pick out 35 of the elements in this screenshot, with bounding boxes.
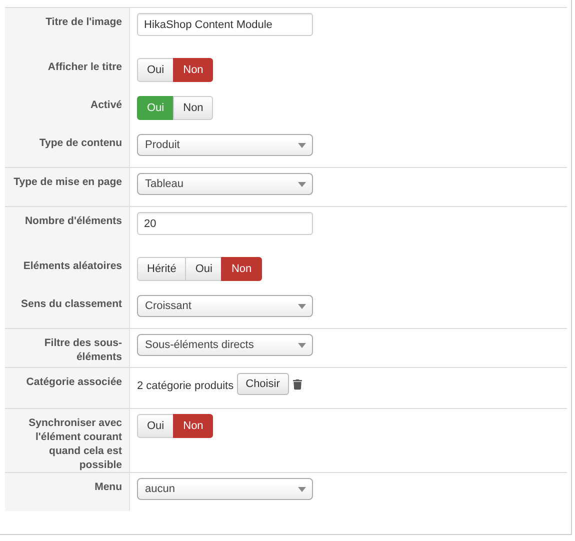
- toggle-option[interactable]: Non: [173, 58, 214, 82]
- field-label: Menu: [94, 480, 123, 494]
- field-label: Synchroniser avec l'élément courant quand cela est possible: [28, 416, 123, 472]
- select-field[interactable]: Tableau: [137, 173, 313, 195]
- field-label: Filtre des sous-éléments: [43, 336, 123, 364]
- toggle-option[interactable]: Oui: [137, 414, 174, 438]
- field-label: Nombre d'éléments: [24, 214, 123, 228]
- select-field[interactable]: Produit: [137, 134, 313, 156]
- choose-button[interactable]: Choisir: [236, 373, 289, 395]
- toggle-option[interactable]: Oui: [137, 58, 174, 82]
- text-field[interactable]: 20: [137, 212, 313, 235]
- select-field[interactable]: aucun: [137, 478, 313, 500]
- field-label: Activé: [89, 98, 123, 112]
- select-field[interactable]: Sous-éléments directs: [137, 334, 313, 356]
- field-label: Eléments aléatoires: [22, 259, 123, 273]
- caret-icon: [298, 304, 306, 308]
- trash-icon[interactable]: [292, 379, 302, 390]
- select-field[interactable]: Croissant: [137, 295, 313, 317]
- field-label: Catégorie associée: [25, 375, 123, 389]
- field-label: Afficher le titre: [46, 60, 123, 74]
- toggle-option[interactable]: Non: [221, 257, 262, 281]
- field-label: Sens du classement: [20, 297, 123, 311]
- caret-icon: [298, 182, 306, 186]
- toggle-option[interactable]: Non: [173, 96, 214, 120]
- toggle-option[interactable]: Oui: [185, 257, 222, 281]
- category-count: 2 catégorie produits: [137, 379, 234, 394]
- field-label: Type de contenu: [38, 136, 123, 150]
- field-label: Type de mise en page: [12, 175, 123, 189]
- caret-icon: [298, 142, 306, 148]
- toggle-option[interactable]: Non: [173, 414, 214, 438]
- toggle-option[interactable]: Hérité: [137, 257, 186, 281]
- field-label: Titre de l'image: [44, 15, 123, 29]
- text-field[interactable]: HikaShop Content Module: [137, 13, 313, 36]
- caret-icon: [298, 486, 306, 492]
- caret-icon: [298, 342, 306, 348]
